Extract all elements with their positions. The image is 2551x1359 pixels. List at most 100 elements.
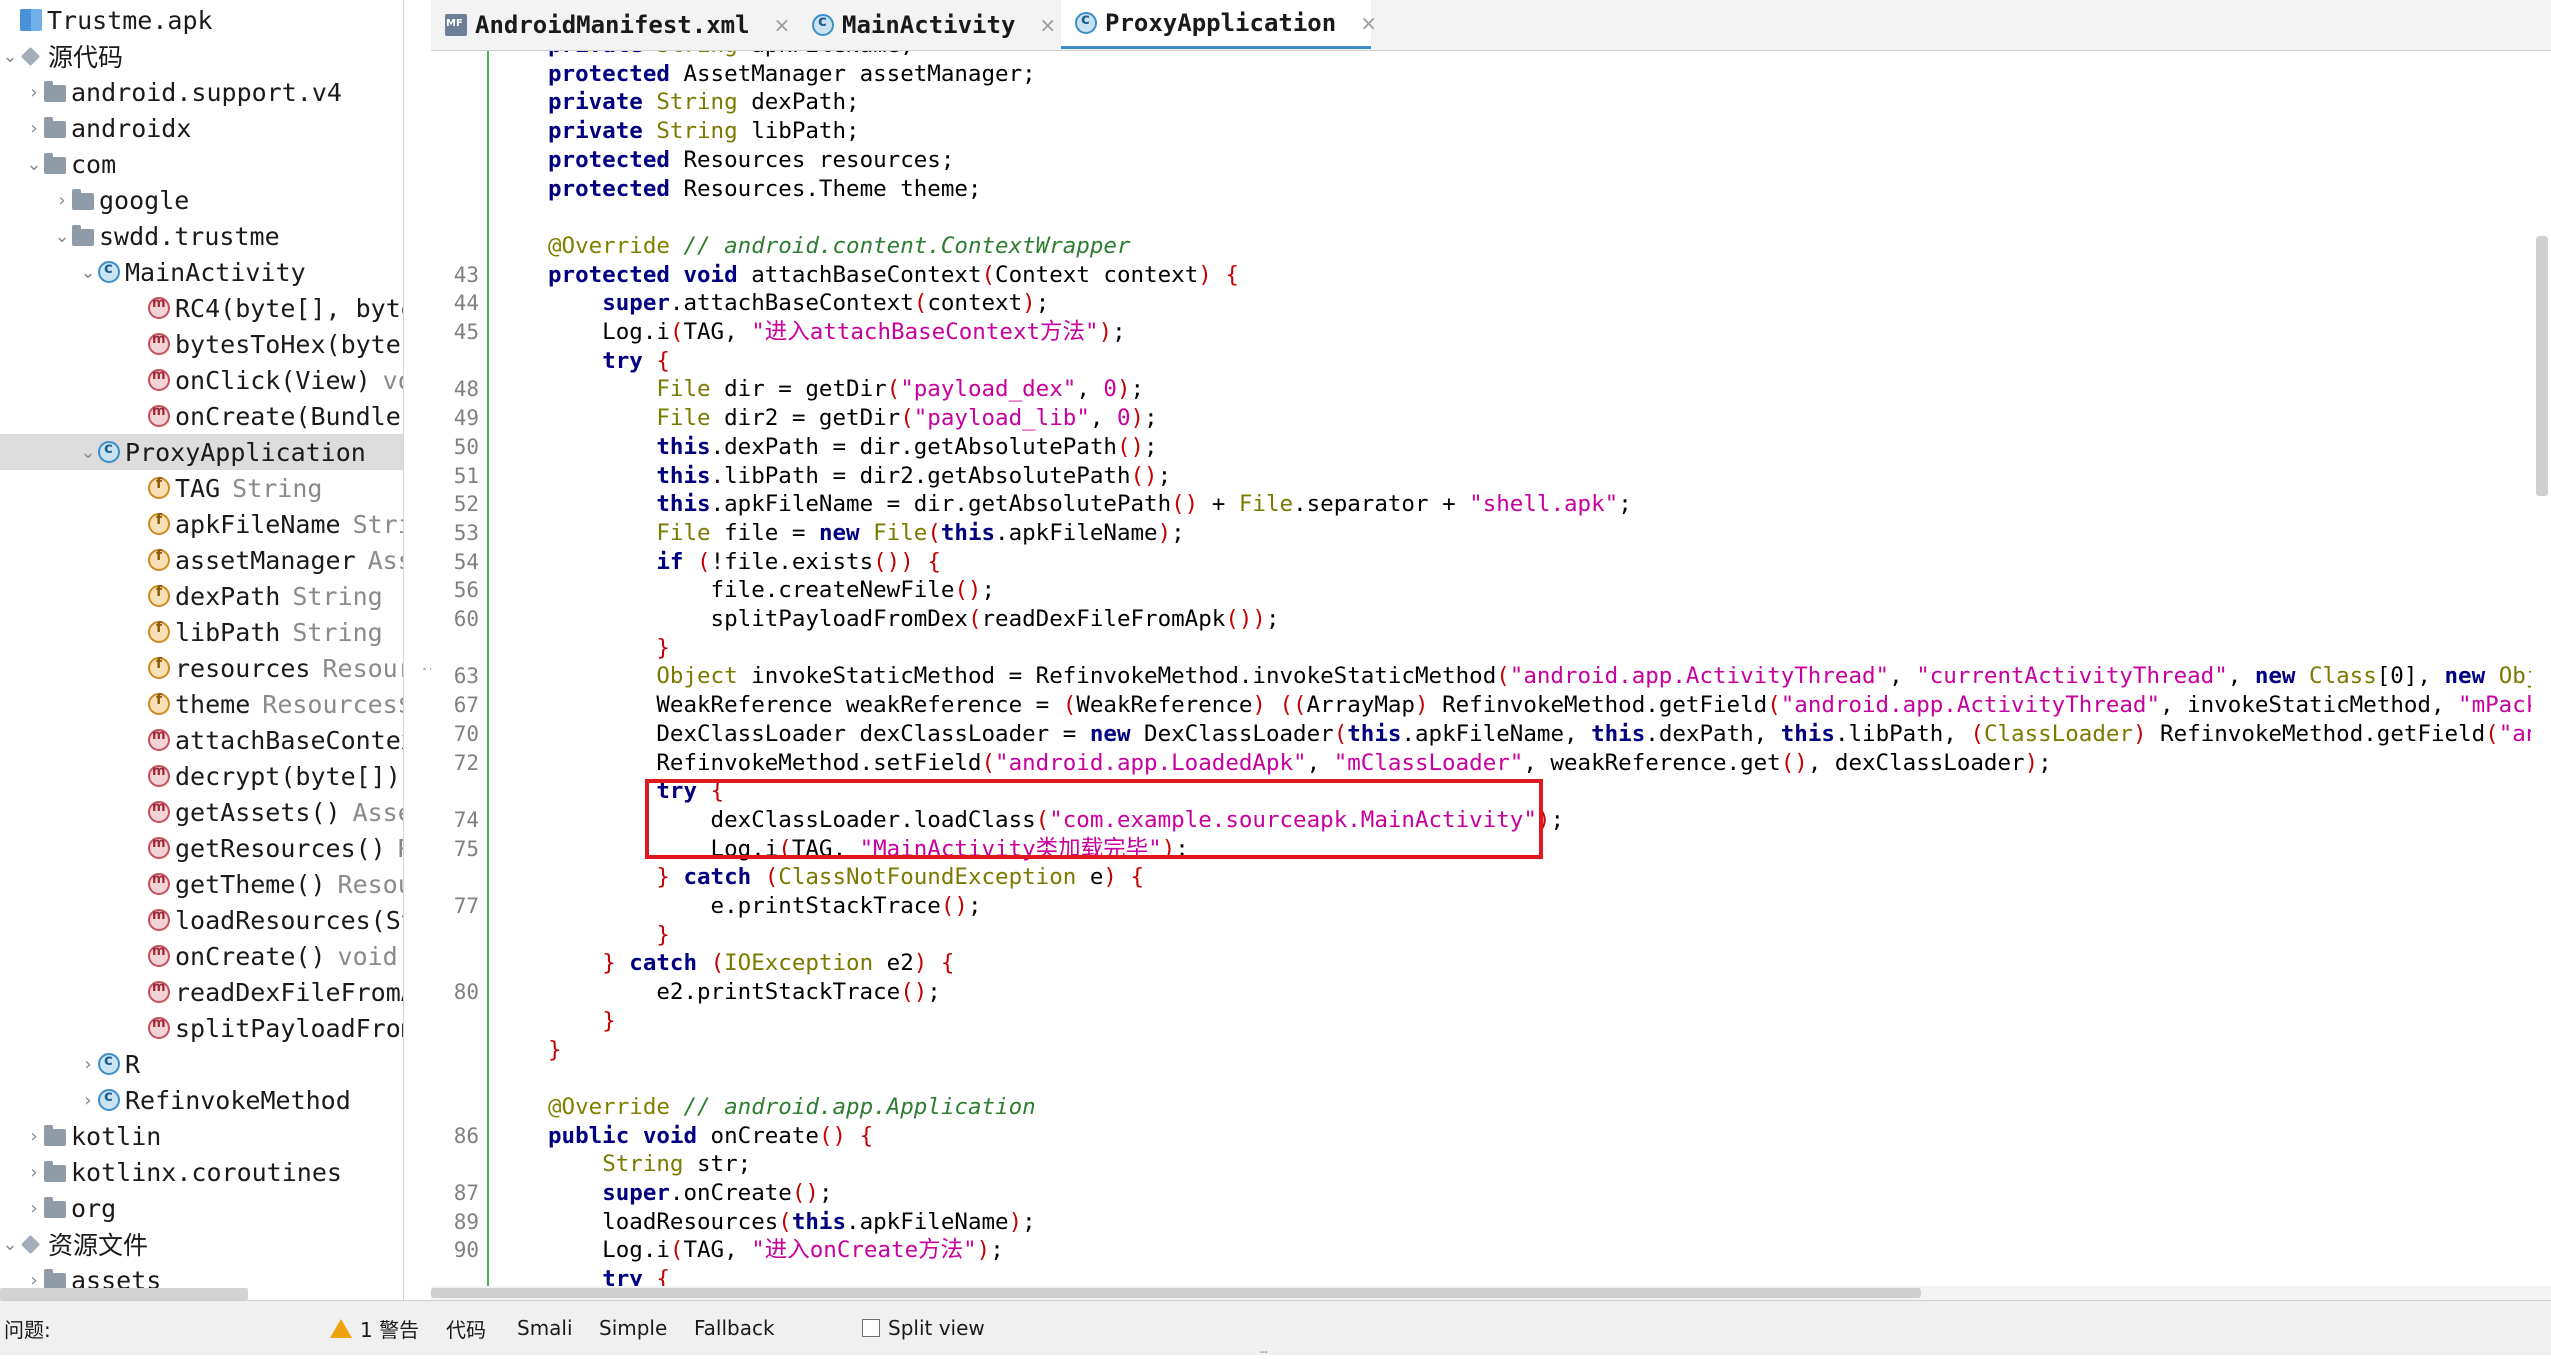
class-icon xyxy=(1075,10,1097,34)
tree-node-method[interactable]: getTheme() Resou xyxy=(0,866,403,902)
chevron-right-icon[interactable]: › xyxy=(78,1090,98,1111)
tree-node-method[interactable]: bytesToHex(byte[ xyxy=(0,326,403,362)
code-token: , invokeStaticMethod, xyxy=(2160,692,2459,719)
view-tab-simple[interactable]: Simple xyxy=(599,1301,667,1355)
tree-node-label: MainActivity xyxy=(125,257,306,287)
horizontal-scrollbar[interactable] xyxy=(431,1286,2551,1300)
split-view-checkbox[interactable] xyxy=(862,1319,880,1337)
tree-node-resources-root[interactable]: ⌄ 资源文件 xyxy=(0,1226,403,1262)
tree-node-method[interactable]: getAssets() Asse xyxy=(0,794,403,830)
tree-node-method[interactable]: RC4(byte[], byte xyxy=(0,290,403,326)
chevron-right-icon[interactable]: › xyxy=(24,1162,44,1183)
tab-androidmanifest[interactable]: AndroidManifest.xml × xyxy=(431,0,793,49)
code-token: Context context xyxy=(995,261,1199,288)
line-number: 90 xyxy=(453,1238,479,1263)
tree-node-method[interactable]: onCreate(Bundle) xyxy=(0,398,403,434)
code-token: ClassNotFoundException xyxy=(778,864,1077,891)
tree-node-method[interactable]: splitPayloadFrom xyxy=(0,1010,403,1046)
code-token: .apkFileName = dir.getAbsolutePath xyxy=(710,491,1172,518)
tree-node-package[interactable]: › org xyxy=(0,1190,403,1226)
tree-node-class[interactable]: ⌄ ProxyApplication xyxy=(0,434,403,470)
tree-node-apk[interactable]: Trustme.apk xyxy=(0,2,403,38)
project-tree[interactable]: Trustme.apk ⌄ 源代码 › android.support.v4 › andro… xyxy=(0,0,404,1300)
chevron-right-icon[interactable]: › xyxy=(24,82,44,103)
chevron-right-icon[interactable]: › xyxy=(24,118,44,139)
warning-indicator[interactable]: 1 警告 xyxy=(330,1301,419,1355)
close-icon[interactable]: × xyxy=(1360,11,1377,35)
tree-horizontal-scrollbar[interactable] xyxy=(0,1288,248,1300)
tree-node-class[interactable]: ›R xyxy=(0,1046,403,1082)
tree-node-method[interactable]: readDexFileFromA xyxy=(0,974,403,1010)
chevron-down-icon[interactable]: ⌄ xyxy=(78,442,98,463)
tree-node-field[interactable]: TAG String xyxy=(0,470,403,506)
chevron-down-icon[interactable]: ⌄ xyxy=(52,226,72,247)
tree-node-type: Stri xyxy=(352,509,403,539)
code-token: ; xyxy=(1157,462,1172,489)
tree-node-package[interactable]: › androidx xyxy=(0,110,403,146)
horizontal-scroll-thumb[interactable] xyxy=(431,1288,1921,1298)
class-icon xyxy=(98,439,120,463)
tree-node-method[interactable]: getResources() R xyxy=(0,830,403,866)
code-text: this.dexPath = dir.getAbsolutePath(); xyxy=(548,433,1157,461)
tree-node-field[interactable]: libPath String xyxy=(0,614,403,650)
tree-node-class[interactable]: ⌄ MainActivity xyxy=(0,254,403,290)
chevron-right-icon[interactable]: › xyxy=(78,1054,98,1075)
tree-node-method[interactable]: onClick(View) vo xyxy=(0,362,403,398)
code-token: "进入attachBaseContext方法" xyxy=(751,319,1099,345)
chevron-down-icon[interactable]: ⌄ xyxy=(0,1234,20,1255)
tree-node-field[interactable]: apkFileName Stri xyxy=(0,506,403,542)
code-text: file.createNewFile(); xyxy=(548,576,995,604)
tree-node-package[interactable]: › kotlin xyxy=(0,1118,403,1154)
warning-icon xyxy=(330,1318,352,1338)
tree-node-method[interactable]: attachBaseContex xyxy=(0,722,404,758)
code-token: ( xyxy=(1767,692,1781,719)
chevron-right-icon[interactable]: › xyxy=(24,1126,44,1147)
code-token: , weakReference.get xyxy=(1523,749,1781,776)
tree-node-method[interactable]: onCreate() void xyxy=(0,938,403,974)
split-view-toggle[interactable]: Split view xyxy=(862,1301,985,1355)
folder-icon xyxy=(72,189,94,210)
code-token: String xyxy=(656,51,737,58)
vertical-scrollbar[interactable] xyxy=(2536,236,2548,496)
chevron-right-icon[interactable]: › xyxy=(24,1198,44,1219)
tree-node-source-root[interactable]: ⌄ 源代码 xyxy=(0,38,403,74)
tree-node-method[interactable]: loadResources(St xyxy=(0,902,403,938)
code-editor[interactable]: private String apkFileName;protected Ass… xyxy=(431,51,2531,1286)
close-icon[interactable]: × xyxy=(774,13,791,37)
line-number: 49 xyxy=(453,406,479,431)
tree-node-package[interactable]: › android.support.v4 xyxy=(0,74,403,110)
code-token: { xyxy=(1225,261,1239,288)
tree-node-package[interactable]: › google xyxy=(0,182,403,218)
tree-node-class[interactable]: › RefinvokeMethod xyxy=(0,1082,403,1118)
tree-node-field[interactable]: assetManager Ass xyxy=(0,542,403,578)
resize-grip[interactable]: ⋯ xyxy=(1260,1345,1269,1359)
tree-node-label: attachBaseContex xyxy=(175,725,404,755)
view-tab-code[interactable]: 代码 xyxy=(446,1301,486,1355)
chevron-down-icon[interactable]: ⌄ xyxy=(0,46,20,67)
chevron-right-icon[interactable]: › xyxy=(52,190,72,211)
line-number: 67 xyxy=(453,693,479,718)
tree-node-package[interactable]: ⌄ swdd.trustme xyxy=(0,218,403,254)
tree-node-field[interactable]: dexPath String xyxy=(0,578,403,614)
tree-node-field[interactable]: theme Resources$ xyxy=(0,686,403,722)
class-icon xyxy=(98,1087,120,1111)
chevron-down-icon[interactable]: ⌄ xyxy=(24,154,44,175)
view-tab-smali[interactable]: Smali xyxy=(517,1301,573,1355)
tree-node-package[interactable]: ⌄ com xyxy=(0,146,403,182)
code-token: this xyxy=(1591,720,1646,747)
code-token: e2.printStackTrace xyxy=(548,979,901,1006)
chevron-down-icon[interactable]: ⌄ xyxy=(78,262,98,283)
tree-node-package[interactable]: › kotlinx.coroutines xyxy=(0,1154,403,1190)
code-token: super xyxy=(602,1180,670,1206)
tab-mainactivity[interactable]: MainActivity × xyxy=(798,0,1063,49)
close-icon[interactable]: × xyxy=(1039,13,1056,37)
tab-proxyapplication[interactable]: ProxyApplication × xyxy=(1061,0,1377,49)
code-token: (( xyxy=(1279,692,1307,719)
tree-node-field[interactable]: resources Resour xyxy=(0,650,403,686)
tree-node-method[interactable]: decrypt(byte[]) xyxy=(0,758,403,794)
view-tab-fallback[interactable]: Fallback xyxy=(694,1301,775,1355)
